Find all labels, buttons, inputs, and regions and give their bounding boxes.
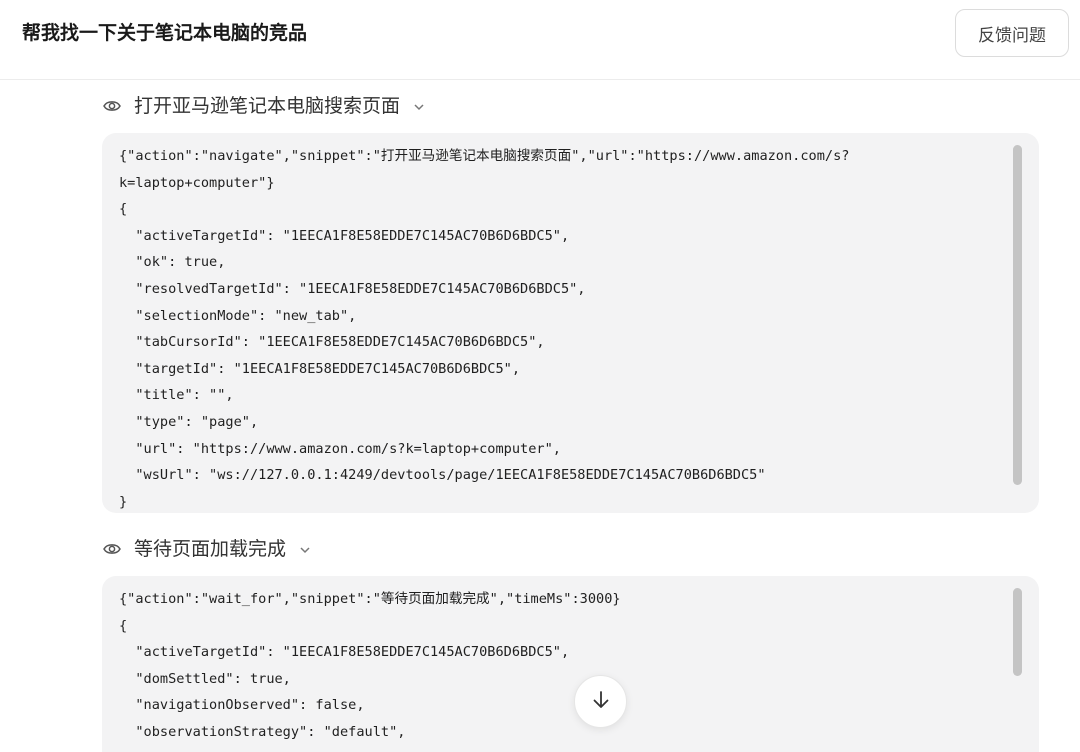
code-output-block: {"action":"navigate","snippet":"打开亚马逊笔记本… bbox=[102, 133, 1039, 513]
step-header-navigate[interactable]: 打开亚马逊笔记本电脑搜索页面 bbox=[102, 94, 426, 118]
eye-icon bbox=[102, 539, 122, 559]
eye-icon bbox=[102, 96, 122, 116]
step-title: 打开亚马逊笔记本电脑搜索页面 bbox=[134, 95, 401, 117]
scroll-to-bottom-button[interactable] bbox=[574, 675, 627, 728]
code-scrollbar[interactable] bbox=[1013, 588, 1022, 676]
arrow-down-icon bbox=[589, 688, 613, 716]
chat-header: 帮我找一下关于笔记本电脑的竞品 反馈问题 bbox=[0, 0, 1080, 80]
page-title: 帮我找一下关于笔记本电脑的竞品 bbox=[22, 22, 308, 44]
code-output-text: {"action":"wait_for","snippet":"等待页面加载完成… bbox=[119, 591, 621, 740]
chevron-down-icon[interactable] bbox=[412, 99, 426, 113]
code-output-block: {"action":"wait_for","snippet":"等待页面加载完成… bbox=[102, 576, 1039, 752]
chevron-down-icon[interactable] bbox=[298, 542, 312, 556]
code-output-text: {"action":"navigate","snippet":"打开亚马逊笔记本… bbox=[119, 148, 850, 510]
step-title: 等待页面加载完成 bbox=[134, 538, 287, 560]
feedback-button[interactable]: 反馈问题 bbox=[955, 9, 1069, 57]
step-header-wait[interactable]: 等待页面加载完成 bbox=[102, 537, 312, 561]
code-scrollbar[interactable] bbox=[1013, 145, 1022, 485]
